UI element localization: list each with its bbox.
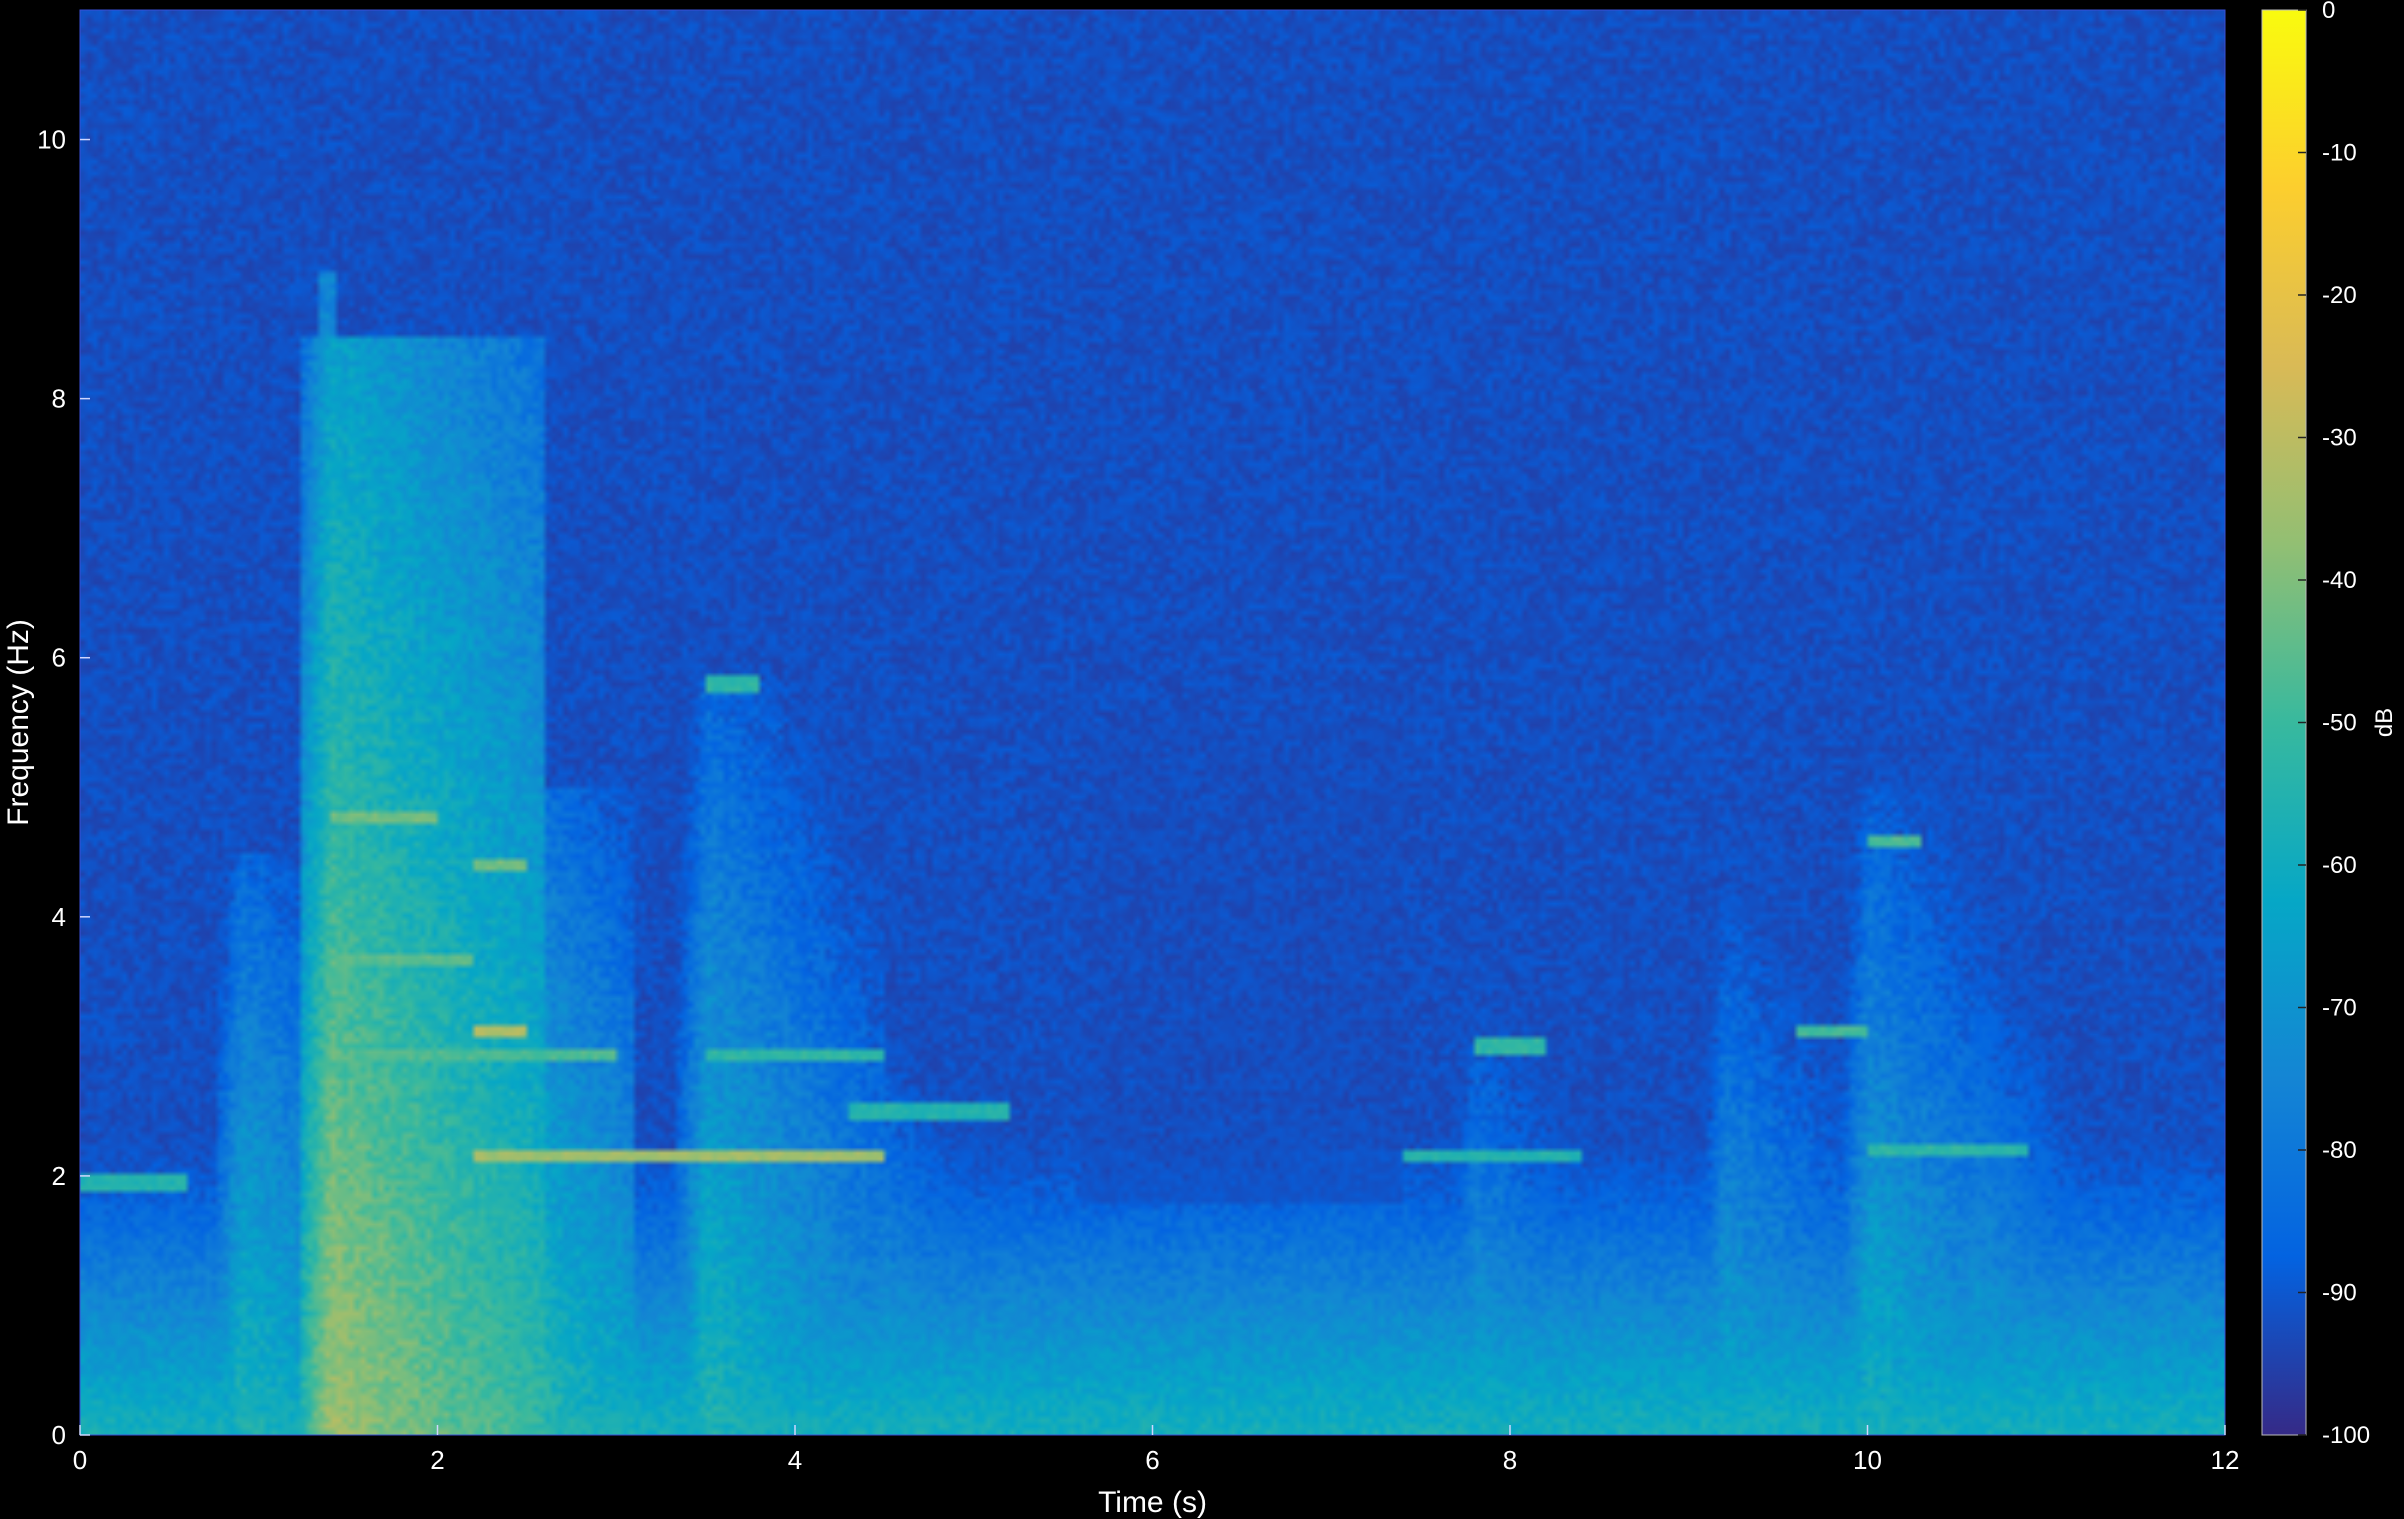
colorbar-tick-label: -90	[2322, 1280, 2357, 1307]
x-tick-label: 12	[2211, 1445, 2240, 1475]
colorbar-tick-label: -40	[2322, 567, 2357, 594]
y-tick-label: 2	[52, 1161, 66, 1191]
x-tick-label: 6	[1145, 1445, 1159, 1475]
colorbar-tick-label: -30	[2322, 425, 2357, 452]
colorbar-tick-label: 0	[2322, 0, 2335, 24]
x-tick-label: 0	[73, 1445, 87, 1475]
spectrogram-heatmap	[79, 9, 2226, 1436]
colorbar-tick-label: -100	[2322, 1422, 2370, 1449]
y-tick-label: 4	[52, 902, 66, 932]
colorbar-tick-label: -60	[2322, 852, 2357, 879]
colorbar-tick-label: -20	[2322, 282, 2357, 309]
colorbar-tick-label: -80	[2322, 1137, 2357, 1164]
spectrogram-image	[80, 10, 2225, 1435]
colorbar-label: dB	[2371, 708, 2398, 737]
y-tick-label: 10	[37, 125, 66, 155]
colorbar: 0 -10 -20 -30 -40 -50 -60 -70 -80 -90 -100 dB	[2261, 0, 2398, 1449]
x-tick-label: 4	[788, 1445, 802, 1475]
colorbar-tick-label: -70	[2322, 995, 2357, 1022]
y-tick-label: 8	[52, 384, 66, 414]
y-axis-label: Frequency (Hz)	[2, 619, 35, 826]
x-tick-label: 8	[1503, 1445, 1517, 1475]
colorbar-tick-label: -10	[2322, 140, 2357, 167]
x-tick-label: 10	[1853, 1445, 1882, 1475]
spectrogram-chart: 0 2 4 6 8 10 12 0 2 4 6 8 10 Time (s) Frequency (Hz) 0…	[2, 0, 2398, 1519]
colorbar-tick-label: -50	[2322, 710, 2357, 737]
x-tick-label: 2	[430, 1445, 444, 1475]
x-axis-label: Time (s)	[1098, 1486, 1207, 1519]
y-tick-label: 6	[52, 643, 66, 673]
y-tick-label: 0	[52, 1420, 66, 1450]
